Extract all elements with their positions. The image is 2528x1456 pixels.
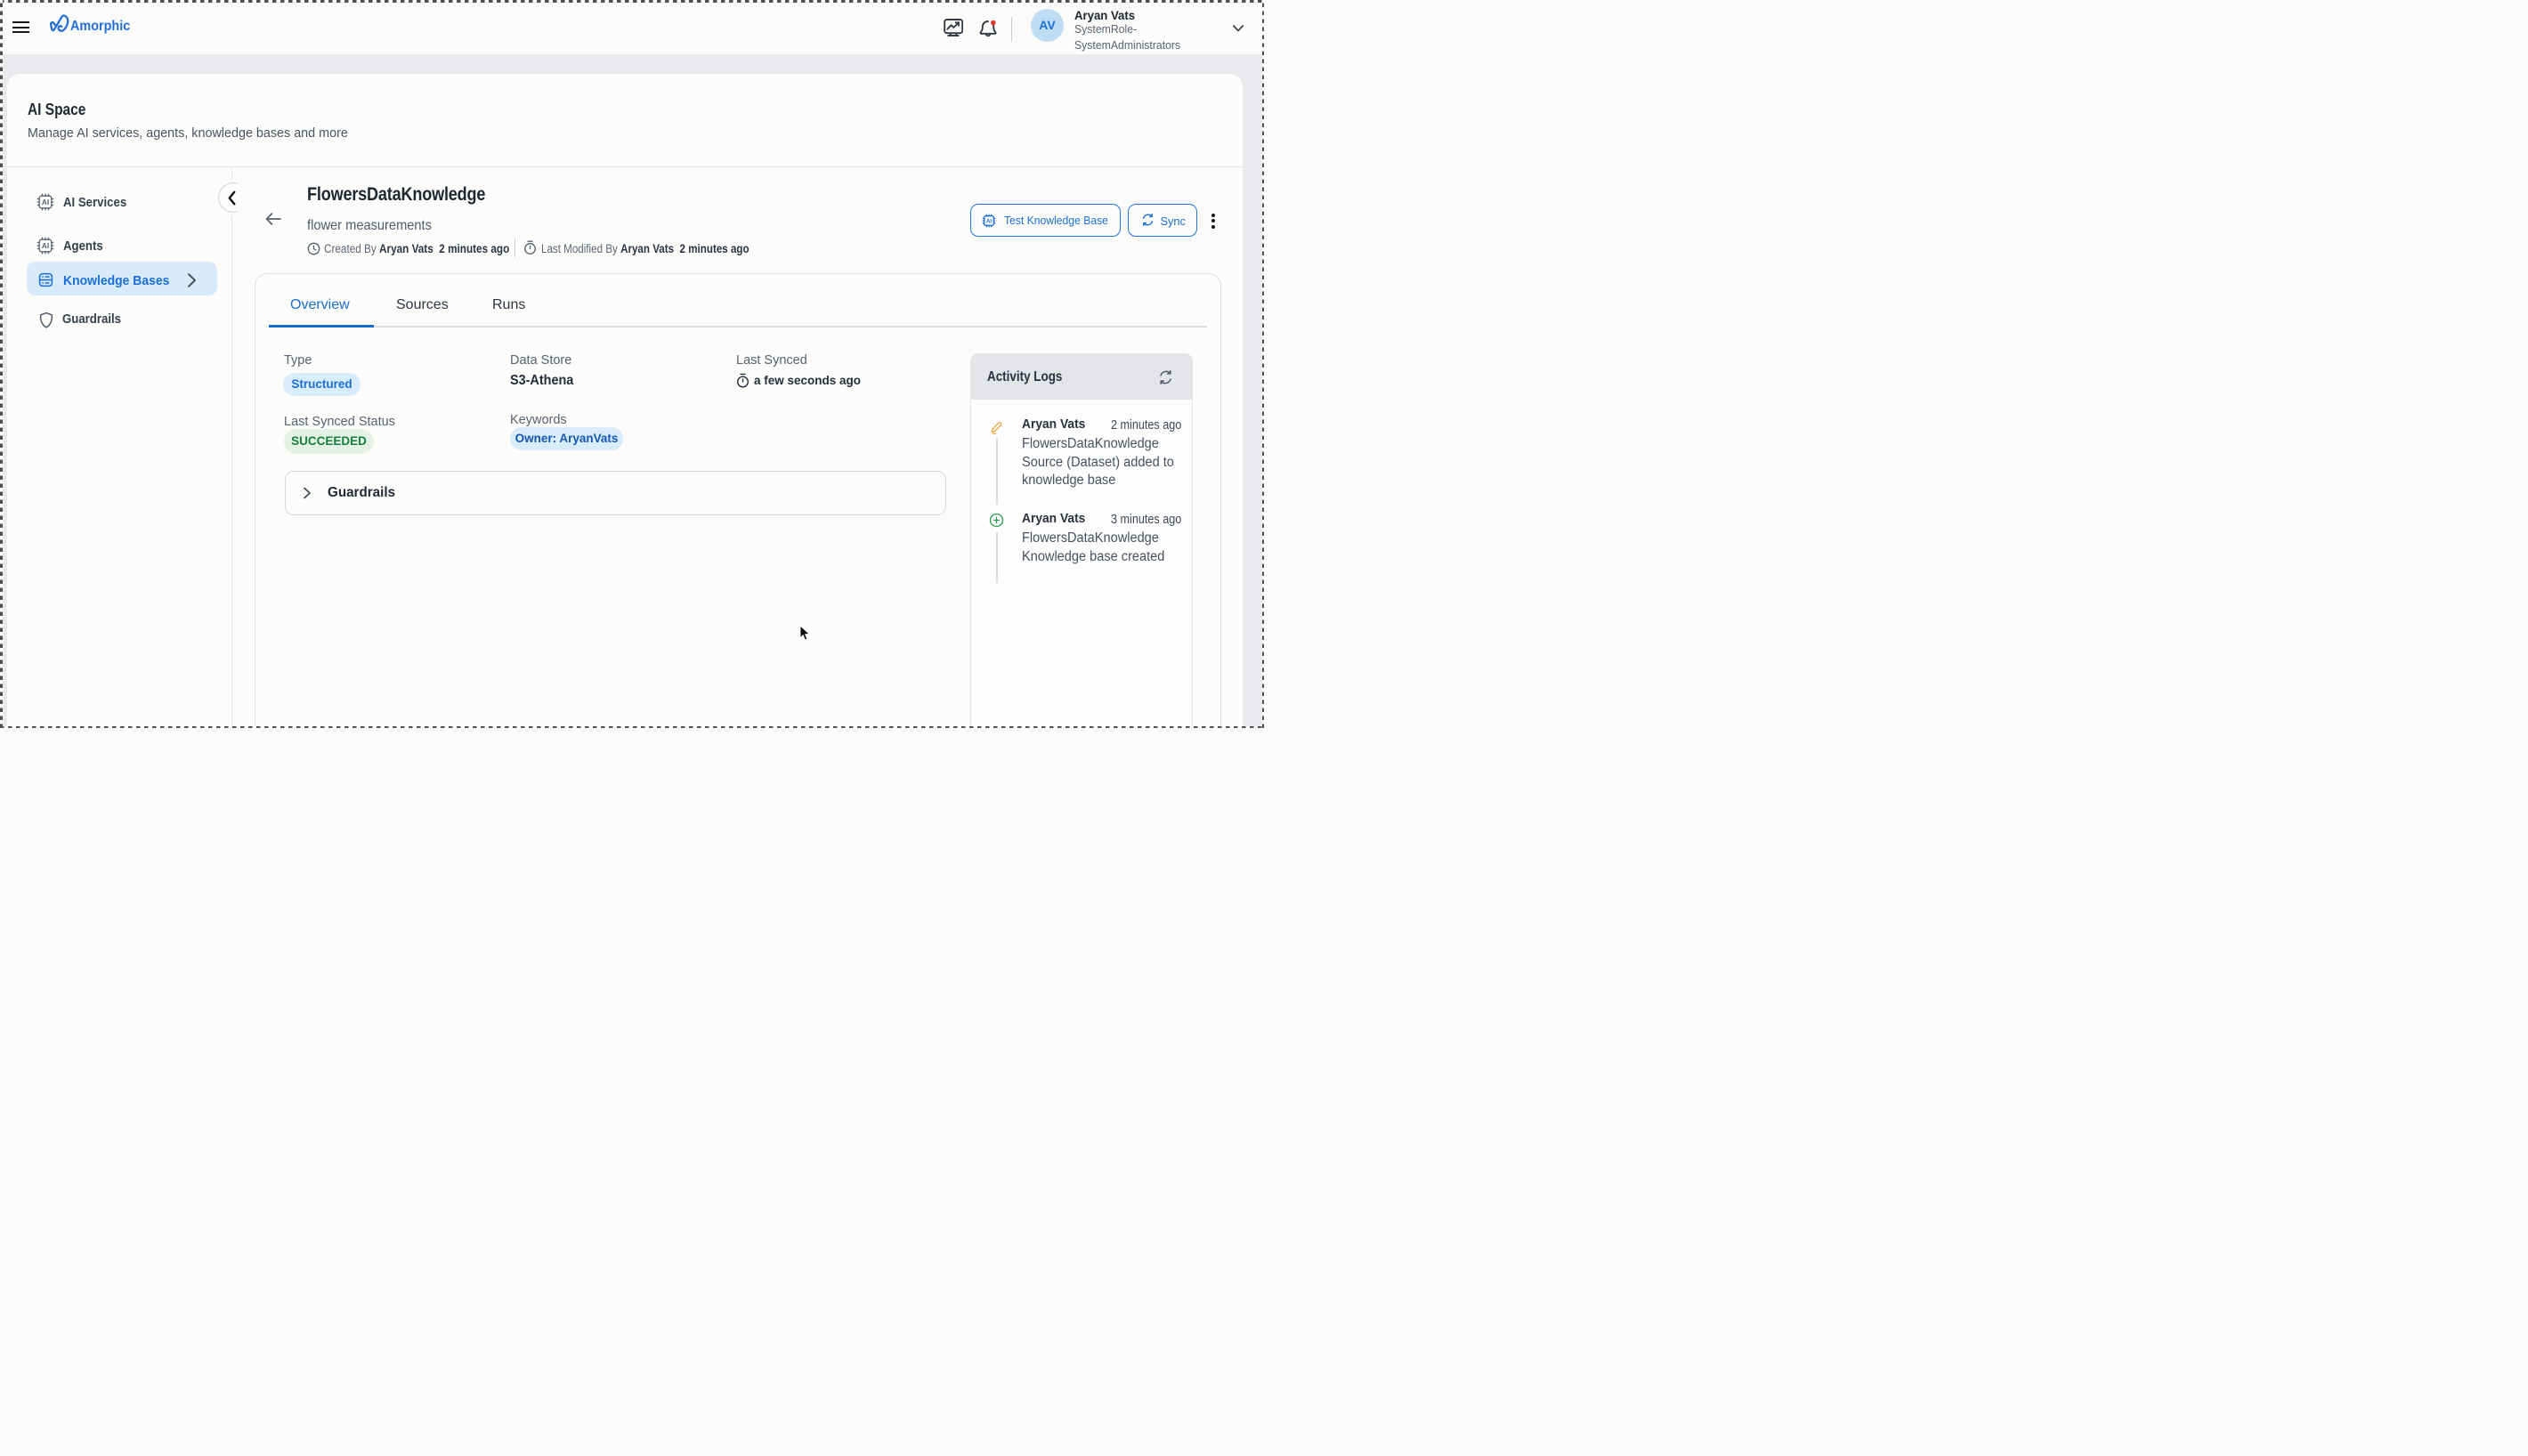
svg-text:AI: AI (42, 242, 49, 250)
svg-text:AI: AI (985, 218, 992, 224)
svg-text:AI: AI (42, 198, 49, 206)
